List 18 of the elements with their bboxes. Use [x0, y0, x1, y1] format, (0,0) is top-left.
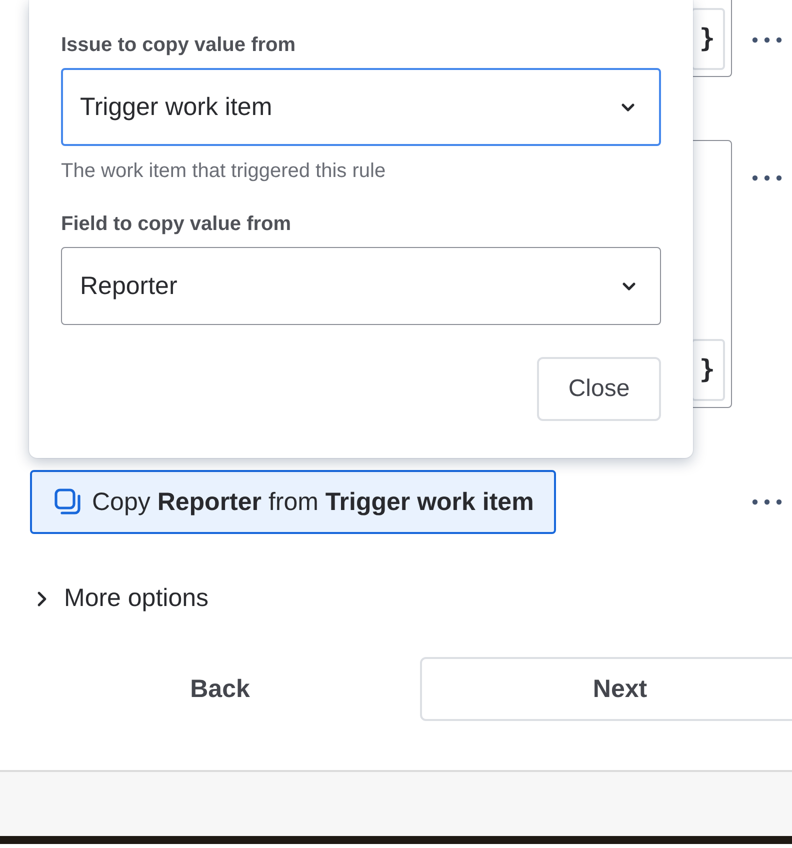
more-icon[interactable] — [752, 499, 782, 505]
copy-action-chip[interactable]: Copy Reporter from Trigger work item — [30, 470, 556, 534]
field-label: Field to copy value from — [61, 213, 292, 236]
select-field[interactable]: Reporter — [61, 247, 661, 325]
helper-text: The work item that triggered this rule — [61, 160, 387, 183]
more-icon[interactable] — [752, 175, 782, 181]
close-button[interactable]: Close — [537, 357, 661, 421]
more-options-toggle[interactable]: More options — [36, 584, 209, 613]
action-summary: Copy Reporter from Trigger work item — [92, 488, 534, 516]
chevron-down-icon — [622, 282, 636, 290]
field-label: Issue to copy value from — [61, 34, 297, 57]
more-icon[interactable] — [752, 37, 782, 43]
select-field[interactable]: Trigger work item — [61, 68, 661, 146]
next-button[interactable]: Next — [420, 657, 792, 721]
chevron-down-icon — [621, 102, 635, 112]
chevron-right-icon — [36, 590, 48, 608]
back-button[interactable]: Back — [30, 657, 410, 721]
copy-icon — [54, 488, 82, 516]
